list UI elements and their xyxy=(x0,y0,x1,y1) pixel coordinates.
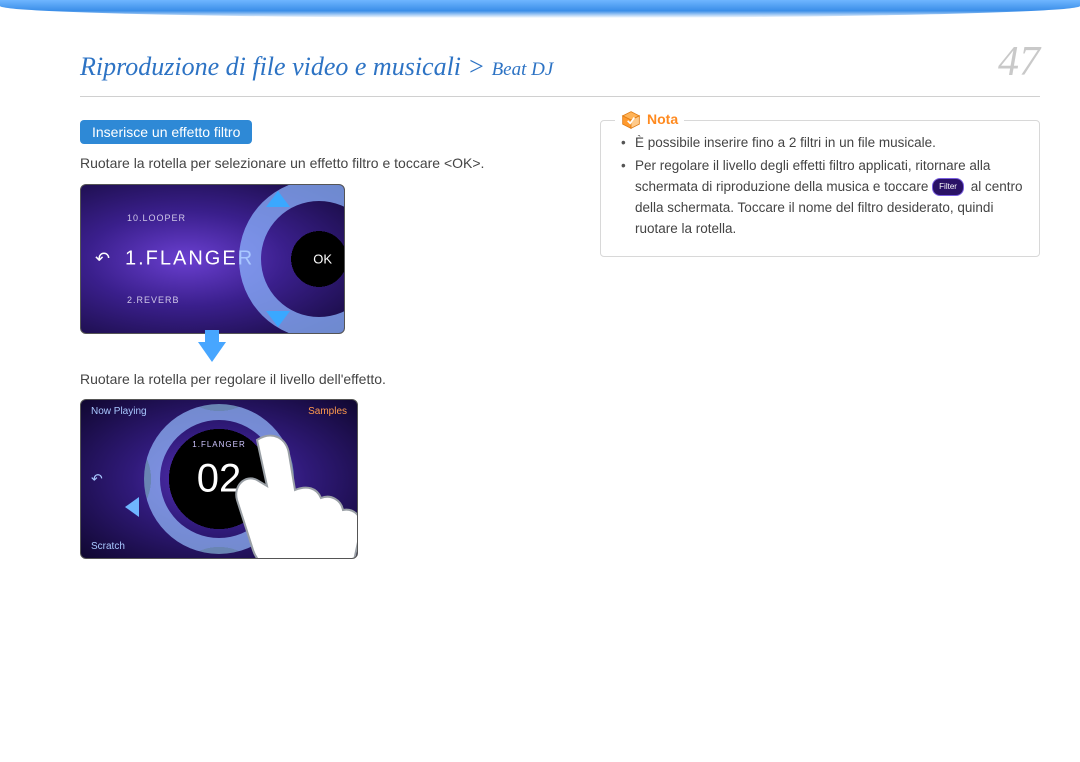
filter-prev-item: 10.LOOPER xyxy=(127,213,186,223)
left-column: Inserisce un effetto filtro Ruotare la r… xyxy=(80,120,560,559)
corner-now-playing[interactable]: Now Playing xyxy=(91,406,147,417)
note-box: Nota È possibile inserire fino a 2 filtr… xyxy=(600,120,1040,257)
corner-samples[interactable]: Samples xyxy=(308,406,347,417)
note-heading: Nota xyxy=(615,109,684,131)
step1-text: Ruotare la rotella per selezionare un ef… xyxy=(80,154,560,174)
back-icon[interactable]: ↶ xyxy=(91,471,103,488)
note-bullet-2-text: Per regolare il livello degli effetti fi… xyxy=(635,158,1022,236)
touch-hand-icon xyxy=(217,430,358,559)
wheel-arrow-down-icon xyxy=(266,311,290,327)
filter-selected-item: 1.FLANGER xyxy=(125,247,254,270)
wheel-arrow-up-icon xyxy=(266,191,290,207)
filter-badge-icon: Filter xyxy=(932,178,964,196)
device-screenshot-filter-select: 10.LOOPER ↶ 1.FLANGER 2.REVERB OK xyxy=(80,184,345,334)
breadcrumb-sub: Beat DJ xyxy=(492,59,554,80)
note-label: Nota xyxy=(647,109,678,131)
device-screenshot-level-adjust: Now Playing Samples Scratch Filters ↶ 1.… xyxy=(80,399,358,559)
breadcrumb-sep: > xyxy=(461,52,492,81)
breadcrumb: Riproduzione di file video e musicali > … xyxy=(80,52,553,82)
corner-scratch[interactable]: Scratch xyxy=(91,541,125,552)
step2-text: Ruotare la rotella per regolare il livel… xyxy=(80,370,560,390)
note-bullet-1: È possibile inserire fino a 2 filtri in … xyxy=(621,133,1023,154)
note-list: È possibile inserire fino a 2 filtri in … xyxy=(617,133,1023,240)
page-number: 47 xyxy=(998,38,1040,86)
note-bullet-2: Per regolare il livello degli effetti fi… xyxy=(621,156,1023,240)
flow-arrow-down-icon xyxy=(198,342,226,362)
ok-button[interactable]: OK xyxy=(305,245,336,272)
page-top-wave xyxy=(0,0,1080,18)
back-icon[interactable]: ↶ xyxy=(95,248,110,269)
breadcrumb-main: Riproduzione di file video e musicali xyxy=(80,52,461,81)
note-cube-icon xyxy=(621,110,641,130)
filter-next-item: 2.REVERB xyxy=(127,295,180,305)
page-header: Riproduzione di file video e musicali > … xyxy=(80,38,1040,97)
note-bullet-1-text: È possibile inserire fino a 2 filtri in … xyxy=(635,135,936,150)
dial-arrow-left-icon xyxy=(125,497,139,517)
right-column: Nota È possibile inserire fino a 2 filtr… xyxy=(600,120,1040,559)
section-title-pill: Inserisce un effetto filtro xyxy=(80,120,252,144)
page-content: Inserisce un effetto filtro Ruotare la r… xyxy=(80,120,1040,559)
